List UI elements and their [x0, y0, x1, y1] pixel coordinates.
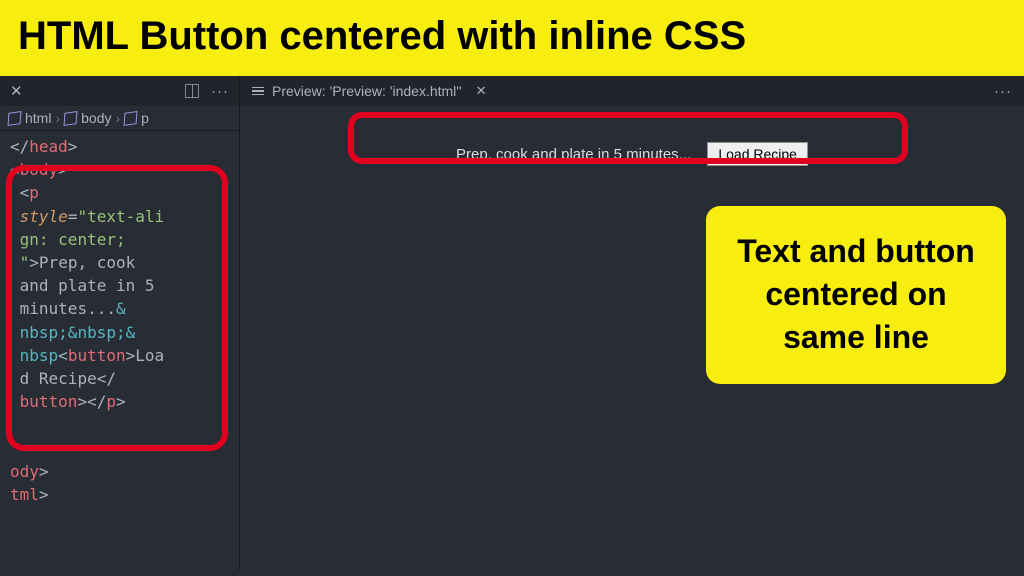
preview-body: Prep, cook and plate in 5 minutes... Loa…	[240, 106, 1024, 166]
preview-text: Prep, cook and plate in 5 minutes...	[456, 146, 691, 163]
close-icon[interactable]: ✕	[10, 82, 23, 100]
cube-icon	[64, 111, 78, 126]
cube-icon	[124, 111, 138, 126]
editor-tabbar: ✕ ···	[0, 76, 239, 106]
breadcrumb[interactable]: html › body › p	[0, 106, 239, 131]
preview-tab-label[interactable]: Preview: 'Preview: 'index.html''	[272, 83, 462, 99]
split-editor-icon[interactable]	[185, 84, 199, 98]
code-editor[interactable]: </head> <body> <p style="text-ali gn: ce…	[0, 131, 239, 516]
close-icon[interactable]: ✕	[476, 83, 487, 99]
more-icon[interactable]: ···	[994, 83, 1012, 100]
chevron-right-icon: ›	[115, 110, 120, 126]
load-recipe-button[interactable]: Load Recipe	[707, 142, 808, 166]
crumb-html[interactable]: html	[25, 110, 51, 126]
preview-pane: Preview: 'Preview: 'index.html'' ✕ ··· P…	[240, 76, 1024, 570]
workspace: ✕ ··· html › body › p </head> <body> <p …	[0, 76, 1024, 570]
more-icon[interactable]: ···	[211, 83, 229, 100]
crumb-p[interactable]: p	[141, 110, 149, 126]
preview-tabbar: Preview: 'Preview: 'index.html'' ✕ ···	[240, 76, 1024, 106]
page-title: HTML Button centered with inline CSS	[0, 0, 1024, 76]
callout-label: Text and button centered on same line	[706, 206, 1006, 384]
cube-icon	[8, 111, 22, 126]
editor-pane: ✕ ··· html › body › p </head> <body> <p …	[0, 76, 240, 570]
hamburger-icon[interactable]	[252, 87, 264, 96]
chevron-right-icon: ›	[55, 110, 60, 126]
crumb-body[interactable]: body	[81, 110, 111, 126]
